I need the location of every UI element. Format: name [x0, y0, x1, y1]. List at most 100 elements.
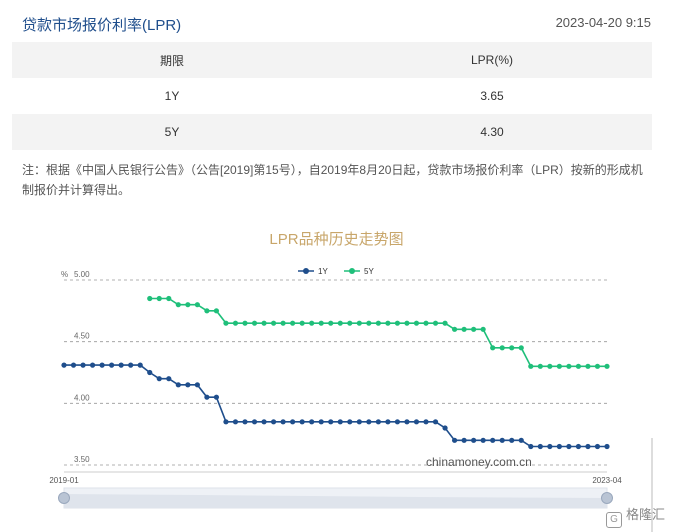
data-point-1Y — [375, 419, 381, 425]
data-point-1Y — [471, 437, 477, 443]
column-header-lpr: LPR(%) — [470, 53, 513, 67]
data-point-1Y — [394, 419, 401, 425]
data-point-1Y — [61, 362, 67, 368]
table-row: 1Y 3.65 — [12, 78, 652, 114]
range-slider-end-handle[interactable] — [601, 492, 613, 504]
data-point-5Y — [556, 363, 562, 369]
data-point-1Y — [242, 419, 248, 425]
data-point-5Y — [528, 363, 534, 369]
data-point-5Y — [490, 345, 496, 351]
header: 贷款市场报价利率(LPR) 2023-04-20 9:15 — [22, 14, 651, 36]
data-point-5Y — [585, 363, 591, 369]
data-point-1Y — [185, 382, 191, 388]
watermark-logo-icon: G — [605, 512, 622, 528]
data-point-5Y — [423, 320, 429, 326]
data-point-1Y — [290, 419, 296, 425]
data-point-5Y — [185, 302, 191, 308]
y-tick-label: 4.00 — [74, 393, 90, 402]
series-line-1Y — [64, 364, 607, 448]
data-point-5Y — [194, 302, 200, 308]
data-point-5Y — [223, 320, 229, 326]
data-point-1Y — [604, 443, 610, 450]
data-point-5Y — [328, 320, 334, 326]
data-point-1Y — [442, 425, 448, 431]
data-point-5Y — [404, 320, 410, 326]
watermark-text: 格隆汇 — [625, 507, 665, 522]
data-point-5Y — [394, 320, 401, 326]
data-point-1Y — [251, 419, 258, 425]
data-point-5Y — [471, 326, 477, 332]
data-point-5Y — [575, 363, 582, 369]
data-point-5Y — [461, 326, 467, 332]
page-title: 贷款市场报价利率(LPR) — [22, 17, 182, 34]
table-cell-term: 5Y — [164, 125, 180, 139]
data-point-1Y — [423, 419, 429, 425]
data-point-1Y — [509, 437, 515, 443]
data-point-5Y — [280, 320, 286, 326]
data-point-1Y — [223, 419, 229, 425]
data-point-5Y — [147, 295, 153, 302]
data-point-1Y — [318, 419, 324, 425]
data-point-5Y — [413, 320, 420, 326]
data-point-1Y — [80, 362, 86, 368]
data-point-5Y — [337, 320, 343, 326]
data-point-1Y — [385, 419, 391, 425]
data-point-5Y — [175, 302, 181, 308]
table-header-row: 期限 LPR(%) — [12, 42, 652, 78]
update-timestamp: 2023-04-20 9:15 — [555, 15, 651, 30]
data-point-5Y — [156, 295, 162, 302]
data-point-5Y — [318, 320, 324, 326]
data-point-5Y — [509, 345, 515, 351]
table-row: 5Y 4.30 — [12, 114, 652, 150]
data-point-5Y — [290, 320, 296, 326]
data-point-1Y — [461, 437, 467, 443]
data-point-1Y — [299, 419, 305, 425]
lpr-history-chart: % 5.00 4.50 4.00 3.50 2019-01 2023-04 1Y 5Y china… — [49, 267, 653, 532]
data-point-5Y — [261, 320, 267, 326]
data-point-1Y — [261, 419, 267, 425]
data-point-1Y — [89, 362, 96, 368]
data-point-5Y — [432, 320, 439, 326]
data-point-1Y — [166, 376, 172, 382]
data-point-5Y — [213, 308, 220, 314]
y-axis-unit: % — [61, 270, 68, 279]
data-point-1Y — [518, 437, 524, 443]
data-point-5Y — [366, 320, 372, 326]
data-point-5Y — [385, 320, 391, 326]
data-point-1Y — [347, 419, 353, 425]
data-point-5Y — [232, 320, 239, 326]
series-line-5Y — [149, 297, 607, 368]
data-point-5Y — [604, 363, 610, 369]
data-point-1Y — [118, 362, 124, 368]
y-tick-label: 5.00 — [74, 270, 90, 279]
range-slider-start-handle[interactable] — [58, 492, 70, 504]
data-point-1Y — [413, 419, 420, 425]
data-point-1Y — [585, 443, 591, 450]
data-point-1Y — [156, 376, 162, 382]
data-point-1Y — [499, 437, 505, 443]
data-point-1Y — [356, 419, 362, 425]
data-point-1Y — [99, 362, 105, 368]
y-tick-label: 4.50 — [74, 332, 90, 341]
data-point-1Y — [328, 419, 334, 425]
data-point-1Y — [213, 394, 220, 400]
data-point-1Y — [537, 443, 543, 450]
data-point-1Y — [404, 419, 410, 425]
data-point-1Y — [490, 437, 496, 443]
data-point-1Y — [175, 382, 181, 388]
data-point-1Y — [309, 419, 315, 425]
data-point-5Y — [451, 326, 458, 332]
data-point-1Y — [575, 443, 582, 450]
data-point-1Y — [528, 443, 534, 450]
data-point-5Y — [537, 363, 543, 369]
data-point-5Y — [375, 320, 381, 326]
data-point-5Y — [166, 295, 172, 302]
table-cell-rate: 4.30 — [480, 125, 504, 139]
data-point-5Y — [566, 363, 572, 369]
data-point-1Y — [232, 419, 239, 425]
y-tick-label: 3.50 — [74, 455, 90, 464]
data-point-5Y — [547, 363, 553, 369]
data-point-5Y — [518, 345, 524, 351]
source-annotation: chinamoney.com.cn — [426, 455, 532, 469]
data-point-1Y — [204, 394, 210, 400]
